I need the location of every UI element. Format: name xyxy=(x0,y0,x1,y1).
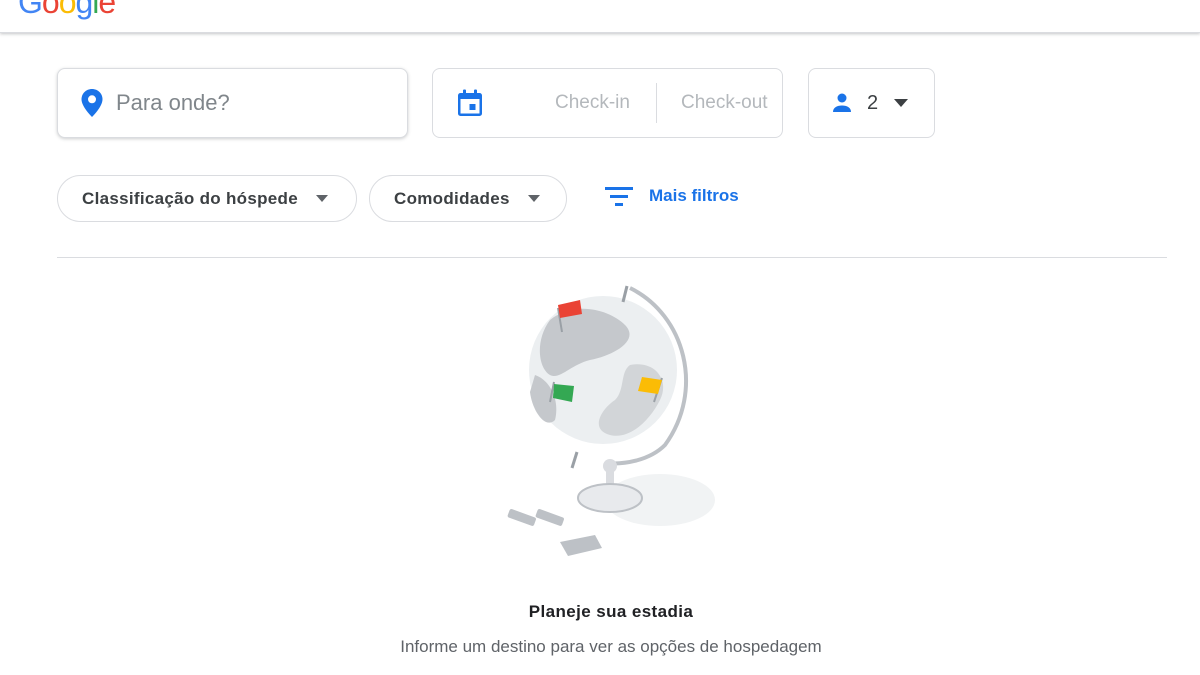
calendar-icon xyxy=(458,89,482,116)
empty-state-subtitle: Informe um destino para ver as opções de… xyxy=(400,637,822,656)
caret-down-icon xyxy=(527,195,540,202)
checkin-field[interactable]: Check-in xyxy=(555,92,630,114)
guest-rating-label: Classificação do hóspede xyxy=(82,188,298,208)
person-icon xyxy=(833,93,851,112)
checkout-field[interactable]: Check-out xyxy=(681,92,768,114)
guests-selector[interactable]: 2 xyxy=(808,68,935,138)
guests-count: 2 xyxy=(867,91,879,114)
guest-rating-filter[interactable]: Classificação do hóspede xyxy=(57,175,357,222)
caret-down-icon xyxy=(316,195,328,202)
empty-state-title: Planeje sua estadia xyxy=(528,602,694,621)
location-pin-icon xyxy=(81,89,103,117)
destination-search[interactable] xyxy=(57,68,408,138)
divider xyxy=(57,257,1167,258)
top-bar: Google xyxy=(0,0,1200,33)
date-separator xyxy=(655,83,657,123)
caret-down-icon xyxy=(894,99,909,107)
amenities-filter[interactable]: Comodidades xyxy=(369,175,567,222)
destination-input[interactable] xyxy=(116,90,366,116)
dates-selector[interactable]: Check-in Check-out xyxy=(432,68,783,138)
globe-illustration xyxy=(507,285,715,556)
google-logo[interactable]: Google xyxy=(18,0,116,21)
more-filters-label: Mais filtros xyxy=(649,186,739,205)
amenities-label: Comodidades xyxy=(394,188,510,208)
filter-list-icon xyxy=(605,187,633,206)
more-filters-button[interactable]: Mais filtros xyxy=(605,185,739,207)
